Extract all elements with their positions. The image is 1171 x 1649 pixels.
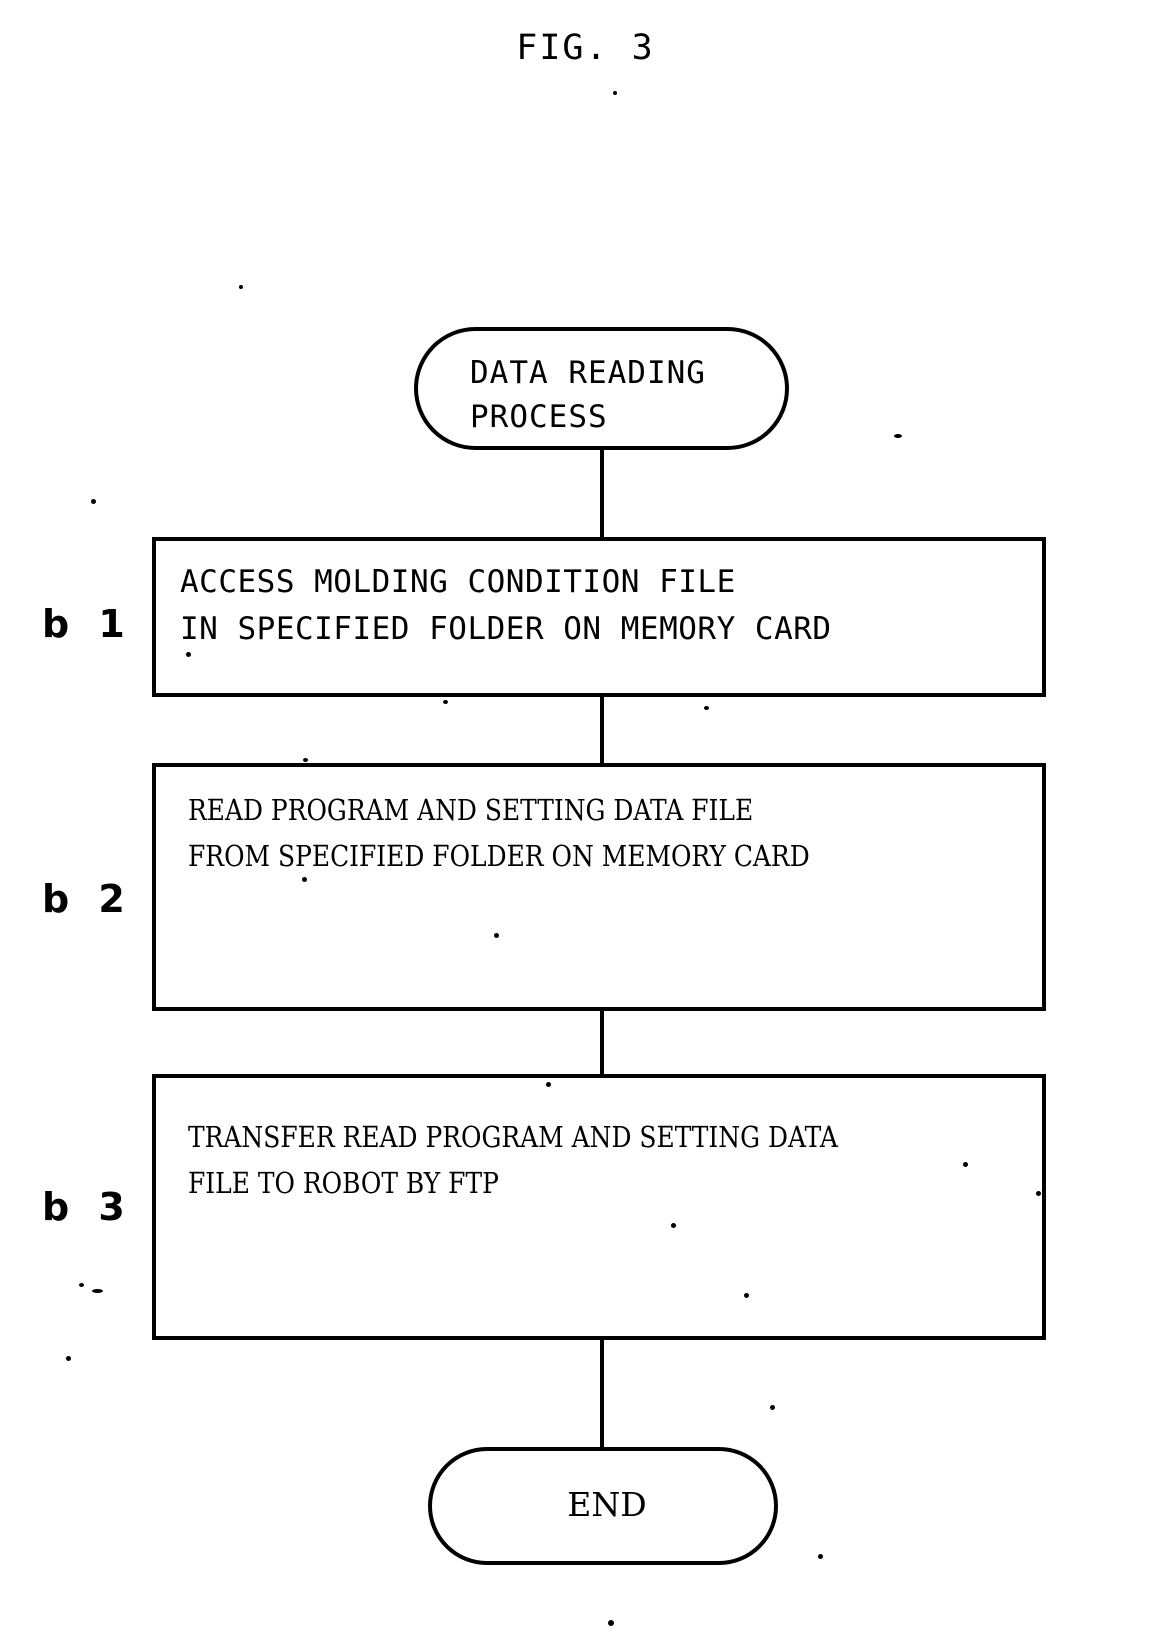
scan-speckle <box>186 652 191 657</box>
end-node-label: END <box>567 1485 647 1524</box>
flowchart-node-b3: TRANSFER READ PROGRAM AND SETTING DATA F… <box>152 1074 1046 1340</box>
scan-speckle <box>302 877 307 882</box>
connector-b2-to-b3 <box>600 1010 604 1075</box>
scan-speckle <box>608 1620 614 1626</box>
scan-speckle <box>239 285 243 289</box>
scan-speckle <box>671 1223 676 1228</box>
scan-speckle <box>818 1554 823 1559</box>
scan-speckle <box>546 1082 551 1087</box>
scan-speckle <box>704 706 709 710</box>
scan-speckle <box>92 1289 103 1293</box>
scan-speckle <box>303 758 308 762</box>
start-node-label: DATA READING PROCESS <box>470 355 706 435</box>
scan-speckle <box>66 1356 71 1361</box>
figure-title: FIG. 3 <box>516 28 655 68</box>
connector-start-to-b1 <box>600 450 604 538</box>
scan-speckle <box>443 700 448 704</box>
flowchart-node-b1: ACCESS MOLDING CONDITION FILE IN SPECIFI… <box>152 537 1046 697</box>
flowchart-node-b2: READ PROGRAM AND SETTING DATA FILE FROM … <box>152 763 1046 1011</box>
connector-b3-to-end <box>600 1339 604 1448</box>
scan-speckle <box>613 91 617 95</box>
b1-node-label: ACCESS MOLDING CONDITION FILE IN SPECIFI… <box>180 564 832 647</box>
scan-speckle <box>79 1283 84 1287</box>
b3-node-label: TRANSFER READ PROGRAM AND SETTING DATA F… <box>188 1120 838 1200</box>
scan-speckle <box>963 1162 968 1167</box>
connector-b1-to-b2 <box>600 697 604 764</box>
step-reference-b2: b 2 <box>42 877 133 921</box>
step-reference-b1: b 1 <box>42 602 133 646</box>
scan-speckle <box>744 1293 749 1298</box>
step-reference-b3: b 3 <box>42 1185 133 1229</box>
scan-speckle <box>91 499 96 504</box>
b2-node-label: READ PROGRAM AND SETTING DATA FILE FROM … <box>188 793 810 873</box>
flowchart-node-start: DATA READING PROCESS <box>414 327 789 450</box>
flowchart-node-end: END <box>428 1447 778 1565</box>
scan-speckle <box>1036 1191 1041 1196</box>
scan-speckle <box>894 434 902 438</box>
scan-speckle <box>494 933 499 938</box>
scan-speckle <box>770 1405 775 1410</box>
